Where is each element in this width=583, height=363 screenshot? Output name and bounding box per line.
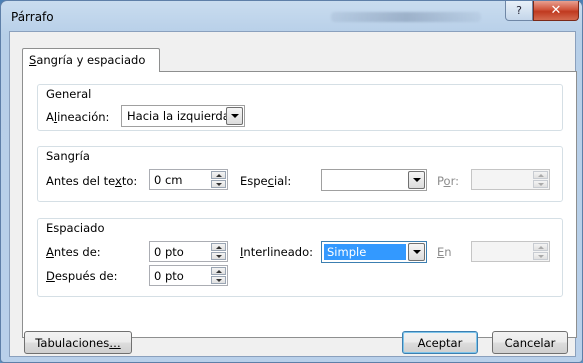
tab-indent-spacing[interactable]: Sangría y espaciado <box>22 48 160 72</box>
dialog-client-area: Sangría y espaciado General Alineación: … <box>9 31 577 357</box>
by-spinner[interactable] <box>471 169 550 190</box>
cancel-button-label: Cancelar <box>504 335 556 350</box>
chevron-down-icon <box>412 250 421 254</box>
general-group-title: General <box>46 87 92 101</box>
spacing-after-spinner[interactable]: 0 pto <box>149 265 228 286</box>
spacing-before-label: Antes de: <box>46 245 101 259</box>
spacing-after-label: Después de: <box>46 269 118 283</box>
tab-panel: General Alineación: Hacia la izquierda S… <box>22 71 577 338</box>
spacing-before-spinner[interactable]: 0 pto <box>149 241 228 262</box>
background-title-blur <box>331 12 481 22</box>
spacing-group: Espaciado Antes de: 0 pto Interlineado: … <box>37 218 563 297</box>
by-label: Por: <box>437 174 459 188</box>
by-decrement[interactable] <box>533 180 548 188</box>
dialog-title: Párrafo <box>11 10 54 24</box>
alignment-select[interactable]: Hacia la izquierda <box>121 105 245 127</box>
close-icon: ✕ <box>550 3 562 18</box>
line-spacing-select[interactable]: Simple <box>321 241 427 263</box>
special-select[interactable] <box>321 169 427 191</box>
line-spacing-label: Interlineado: <box>240 245 314 259</box>
before-text-increment[interactable] <box>211 171 226 179</box>
spacing-after-decrement[interactable] <box>211 276 226 284</box>
spacing-before-decrement[interactable] <box>211 252 226 260</box>
arrow-up-icon <box>215 269 222 273</box>
general-group: General Alineación: Hacia la izquierda <box>37 84 563 131</box>
arrow-down-icon <box>215 254 222 258</box>
ok-button[interactable]: Aceptar <box>402 331 478 354</box>
indent-group-title: Sangría <box>46 149 90 163</box>
arrow-down-icon <box>215 278 222 282</box>
spacing-before-value: 0 pto <box>154 245 184 259</box>
indent-group: Sangría Antes del texto: 0 cm Especial: … <box>37 146 563 202</box>
tabs-button[interactable]: Tabulaciones… <box>24 331 132 354</box>
at-spinner[interactable] <box>471 241 550 262</box>
by-increment[interactable] <box>533 171 548 179</box>
special-dropdown-button[interactable] <box>408 171 425 189</box>
alignment-value: Hacia la izquierda <box>127 109 230 123</box>
before-text-decrement[interactable] <box>211 180 226 188</box>
arrow-up-icon <box>215 173 222 177</box>
arrow-down-icon <box>537 182 544 186</box>
before-text-spinner[interactable]: 0 cm <box>149 169 228 190</box>
chevron-down-icon <box>412 178 421 182</box>
arrow-down-icon <box>215 182 222 186</box>
cancel-button[interactable]: Cancelar <box>492 331 568 354</box>
ok-button-label: Aceptar <box>417 335 463 350</box>
close-button[interactable]: ✕ <box>533 1 579 21</box>
at-label: En <box>437 245 452 259</box>
chevron-down-icon <box>230 114 239 118</box>
line-spacing-dropdown-button[interactable] <box>408 243 425 261</box>
at-increment[interactable] <box>533 243 548 251</box>
spacing-group-title: Espaciado <box>46 221 105 235</box>
title-bar[interactable]: Párrafo ? ✕ <box>1 1 582 31</box>
alignment-label: Alineación: <box>46 110 110 124</box>
arrow-up-icon <box>215 245 222 249</box>
paragraph-dialog: Párrafo ? ✕ Sangría y espaciado General … <box>0 0 583 363</box>
special-label: Especial: <box>240 174 292 188</box>
spacing-after-value: 0 pto <box>154 269 184 283</box>
help-icon: ? <box>516 4 522 17</box>
arrow-up-icon <box>537 245 544 249</box>
arrow-down-icon <box>537 254 544 258</box>
line-spacing-value: Simple <box>327 245 367 259</box>
before-text-label: Antes del texto: <box>46 174 138 188</box>
tab-label-rest: angría y espaciado <box>36 53 146 67</box>
help-button[interactable]: ? <box>505 1 533 21</box>
arrow-up-icon <box>537 173 544 177</box>
at-decrement[interactable] <box>533 252 548 260</box>
tabs-button-label: Tabulaciones… <box>35 335 121 350</box>
alignment-dropdown-button[interactable] <box>226 107 243 125</box>
spacing-after-increment[interactable] <box>211 267 226 275</box>
spacing-before-increment[interactable] <box>211 243 226 251</box>
before-text-value: 0 cm <box>154 173 183 187</box>
